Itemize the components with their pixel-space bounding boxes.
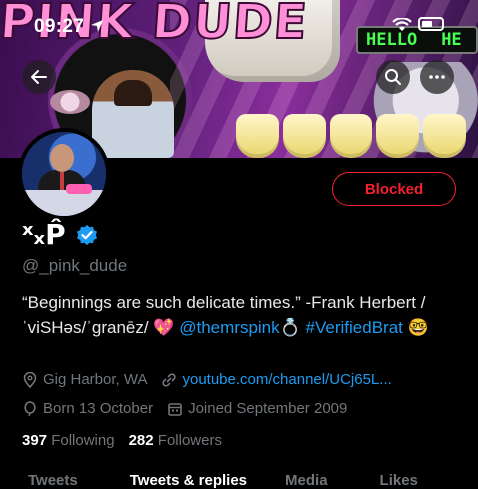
- more-icon: [429, 75, 445, 79]
- profile-link[interactable]: youtube.com/channel/UCj65L...: [161, 371, 392, 388]
- link-icon: [162, 372, 177, 387]
- meta-row-location-link: Gig Harbor, WA youtube.com/channel/UCj65…: [22, 371, 406, 388]
- profile-link-text[interactable]: youtube.com/channel/UCj65L...: [182, 371, 391, 388]
- location-services-icon: [91, 20, 103, 32]
- status-time: 09:27: [34, 16, 85, 37]
- back-button[interactable]: [22, 60, 56, 94]
- follow-counts: 397 Following 282 Followers: [22, 432, 222, 449]
- tab-likes[interactable]: Likes: [380, 472, 418, 489]
- avatar[interactable]: [18, 128, 110, 220]
- display-name: ˣₓP̂: [22, 218, 66, 251]
- search-icon: [385, 69, 401, 85]
- followers-label: Followers: [157, 432, 222, 449]
- verified-badge-icon[interactable]: [76, 224, 98, 246]
- bio-emoji: 🤓: [407, 318, 429, 337]
- bio-mention-link[interactable]: @themrspink💍: [179, 318, 301, 337]
- location: Gig Harbor, WA: [22, 371, 147, 388]
- display-name-row: ˣₓP̂: [22, 218, 98, 251]
- followers-link[interactable]: 282 Followers: [129, 432, 222, 449]
- calendar-icon: [168, 402, 182, 416]
- bio-hashtag-link[interactable]: #VerifiedBrat: [306, 318, 403, 337]
- battery-icon: [418, 17, 444, 31]
- birthday: Born 13 October: [22, 400, 153, 417]
- bio: “Beginnings are such delicate times.” -F…: [22, 290, 472, 340]
- arrow-left-icon: [31, 70, 47, 84]
- banner-teeth-image: [236, 114, 466, 158]
- profile-tabs: Tweets Tweets & replies Media Likes: [0, 472, 478, 489]
- location-text: Gig Harbor, WA: [43, 371, 148, 388]
- birthday-text: Born 13 October: [43, 400, 154, 417]
- wifi-icon: [392, 18, 412, 31]
- balloon-icon: [24, 400, 36, 416]
- tab-tweets[interactable]: Tweets: [28, 472, 78, 489]
- following-label: Following: [51, 432, 115, 449]
- joined: Joined September 2009: [167, 400, 347, 417]
- more-button[interactable]: [420, 60, 454, 94]
- blocked-button[interactable]: Blocked: [332, 172, 456, 206]
- banner-flowers-image: [50, 90, 90, 114]
- tab-tweets-replies[interactable]: Tweets & replies: [130, 472, 247, 489]
- tab-media[interactable]: Media: [285, 472, 328, 489]
- following-link[interactable]: 397 Following: [22, 432, 115, 449]
- handle: @_pink_dude: [22, 256, 128, 275]
- joined-text: Joined September 2009: [188, 400, 348, 417]
- location-pin-icon: [23, 371, 37, 388]
- following-count: 397: [22, 432, 48, 449]
- followers-count: 282: [128, 432, 154, 449]
- banner-led-sign: HELLO HE: [356, 26, 478, 54]
- search-button[interactable]: [376, 60, 410, 94]
- meta-row-dates: Born 13 October Joined September 2009: [22, 400, 361, 417]
